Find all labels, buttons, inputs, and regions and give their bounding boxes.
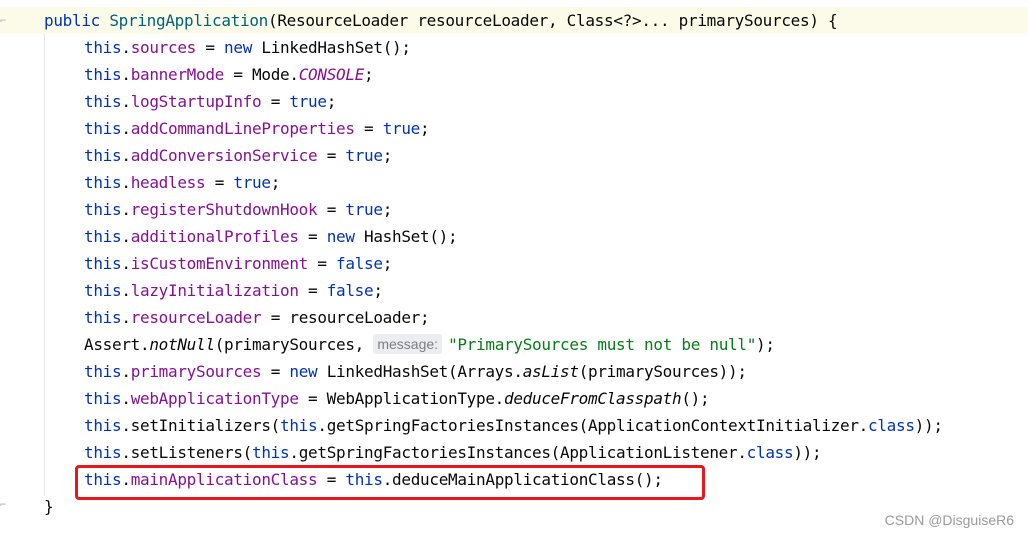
code-line-sources[interactable]: this.sources = new LinkedHashSet(); xyxy=(84,34,411,61)
fold-end-icon[interactable]: ⌐ xyxy=(0,500,8,512)
code-line-log-startup-info[interactable]: this.logStartupInfo = true; xyxy=(84,88,336,115)
code-line-banner-mode[interactable]: this.bannerMode = Mode.CONSOLE; xyxy=(84,61,374,88)
code-line-constructor[interactable]: public SpringApplication(ResourceLoader … xyxy=(44,7,838,34)
code-line-primary-sources[interactable]: this.primarySources = new LinkedHashSet(… xyxy=(84,358,747,385)
code-line-register-shutdown-hook[interactable]: this.registerShutdownHook = true; xyxy=(84,196,392,223)
highlight-annotation-box xyxy=(75,465,705,500)
code-line-lazy-initialization[interactable]: this.lazyInitialization = false; xyxy=(84,277,383,304)
parameter-hint: message: xyxy=(373,334,443,354)
code-line-headless[interactable]: this.headless = true; xyxy=(84,169,280,196)
code-line-add-command-line-properties[interactable]: this.addCommandLineProperties = true; xyxy=(84,115,430,142)
code-line-closing-brace[interactable]: } xyxy=(44,493,54,520)
code-line-web-application-type[interactable]: this.webApplicationType = WebApplication… xyxy=(84,385,710,412)
code-line-set-listeners[interactable]: this.setListeners(this.getSpringFactorie… xyxy=(84,439,822,466)
indent-guide xyxy=(44,34,45,496)
code-editor[interactable]: ⌐ ⌐ public SpringApplication(ResourceLoa… xyxy=(0,0,1028,539)
code-line-add-conversion-service[interactable]: this.addConversionService = true; xyxy=(84,142,392,169)
fold-marker-icon[interactable]: ⌐ xyxy=(0,16,8,28)
code-line-is-custom-environment[interactable]: this.isCustomEnvironment = false; xyxy=(84,250,392,277)
code-line-resource-loader[interactable]: this.resourceLoader = resourceLoader; xyxy=(84,304,430,331)
code-line-set-initializers[interactable]: this.setInitializers(this.getSpringFacto… xyxy=(84,412,943,439)
watermark: CSDN @DisguiseR6 xyxy=(884,512,1014,528)
code-line-assert-not-null[interactable]: Assert.notNull(primarySources, message: "… xyxy=(84,331,775,358)
code-line-additional-profiles[interactable]: this.additionalProfiles = new HashSet(); xyxy=(84,223,458,250)
